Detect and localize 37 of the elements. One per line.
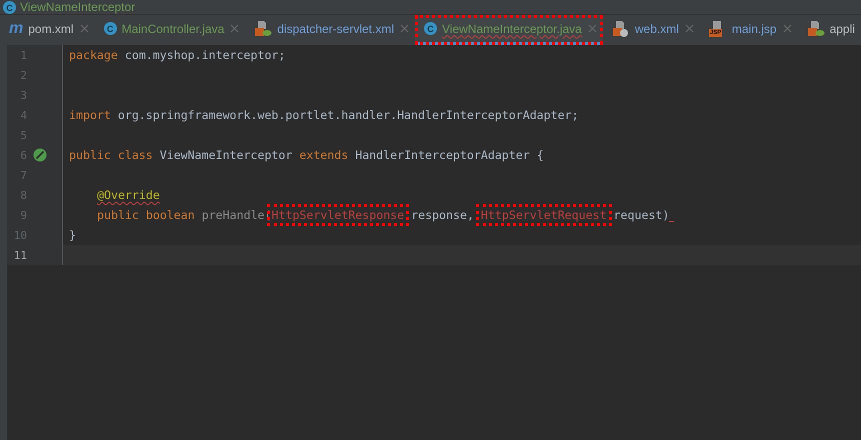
breadcrumb-item[interactable]: ViewNameInterceptor bbox=[20, 1, 136, 14]
editor-tab[interactable]: web.xml bbox=[602, 15, 700, 45]
class-icon: C bbox=[424, 22, 437, 35]
code-token: import bbox=[69, 108, 111, 122]
code-token: com.myshop.interceptor; bbox=[124, 48, 286, 62]
editor-tab[interactable]: C ViewNameInterceptor.java bbox=[415, 15, 603, 45]
code-token: HttpServletRequest bbox=[476, 204, 612, 226]
close-icon[interactable] bbox=[588, 24, 597, 33]
close-icon[interactable] bbox=[230, 24, 240, 33]
close-icon[interactable] bbox=[80, 24, 89, 33]
code-token: org.springframework.web.portlet.handler.HandlerInterceptorAdapter; bbox=[116, 108, 579, 122]
spring-xml-file-icon bbox=[806, 20, 825, 36]
editor-tab[interactable]: dispatcher-servlet.xml bbox=[245, 15, 415, 45]
close-icon[interactable] bbox=[400, 24, 409, 33]
code-token: HandlerInterceptorAdapter { bbox=[354, 148, 544, 162]
editor-tab[interactable]: m pom.xml bbox=[0, 15, 95, 45]
code-token: } bbox=[69, 228, 76, 242]
close-icon[interactable] bbox=[684, 24, 694, 33]
web-xml-file-icon bbox=[612, 20, 630, 36]
editor-tab[interactable]: C MainController.java bbox=[94, 15, 246, 45]
code-token: public class bbox=[69, 148, 153, 162]
spring-xml-file-icon bbox=[254, 20, 272, 36]
code-token: package bbox=[69, 48, 118, 62]
class-icon: C bbox=[3, 1, 16, 14]
implements-icon[interactable] bbox=[33, 148, 47, 162]
code-token: response, bbox=[410, 208, 475, 222]
code-token: extends bbox=[299, 148, 348, 162]
code-token: public boolean bbox=[97, 208, 195, 222]
close-icon[interactable] bbox=[782, 24, 792, 33]
class-icon: C bbox=[104, 22, 117, 35]
editor-tab[interactable]: appli bbox=[798, 15, 861, 45]
code-token: ViewNameInterceptor bbox=[158, 148, 294, 162]
code-token: request) bbox=[612, 208, 670, 222]
line-number: 11 bbox=[12, 248, 27, 262]
code-token: preHandle( bbox=[200, 208, 272, 222]
code-token: @Override bbox=[97, 188, 160, 202]
maven-icon: m bbox=[9, 20, 24, 36]
